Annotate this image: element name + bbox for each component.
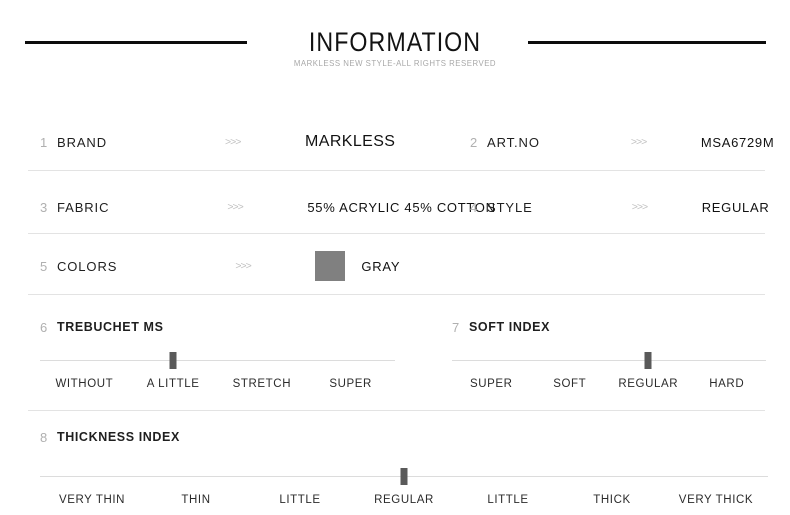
slider-tick-labels: SUPER SOFT REGULAR HARD (452, 378, 766, 390)
row-label: FABRIC (57, 199, 110, 215)
slider-tick: SUPER (329, 378, 372, 390)
slider-track[interactable] (40, 360, 395, 361)
row-label: TREBUCHET MS (57, 320, 164, 334)
row-value: REGULAR (701, 199, 770, 215)
slider-track[interactable] (452, 360, 766, 361)
slider-track-area[interactable]: VERY THIN THIN LITTLE REGULAR LITTLE THICK VER… (40, 468, 768, 514)
row-divider (28, 233, 765, 234)
slider-tick: HARD (709, 378, 745, 390)
row-divider (28, 170, 765, 171)
page-header: INFORMATION MARKLESS NEW STYLE-ALL RIGHT… (0, 0, 790, 100)
slider-tick: LITTLE (279, 494, 321, 506)
slider-tick: WITHOUT (55, 378, 114, 390)
row-label: BRAND (57, 134, 108, 150)
slider-block-trebuchet-ms: 6 TREBUCHET MS WITHOUT A LITTLE STRETCH SUP… (40, 318, 395, 398)
slider-tick: REGULAR (374, 494, 434, 506)
row-index: 7 (452, 319, 460, 335)
color-name: GRAY (361, 258, 401, 274)
slider-tick: VERY THICK (678, 494, 754, 506)
slider-tick-labels: VERY THIN THIN LITTLE REGULAR LITTLE THICK VER… (40, 494, 768, 506)
slider-tick: STRETCH (232, 378, 292, 390)
info-row-fabric: 3 FABRIC >>> 55% ACRYLIC 45% COTTON (40, 187, 495, 227)
arrow-separator-icon: >>> (235, 260, 251, 272)
slider-track-area[interactable]: SUPER SOFT REGULAR HARD (452, 352, 766, 398)
slider-tick: A LITTLE (146, 378, 200, 390)
slider-block-soft-index: 7 SOFT INDEX SUPER SOFT REGULAR HARD (452, 318, 766, 398)
slider-tick: THIN (181, 494, 211, 506)
slider-block-thickness-index: 8 THICKNESS INDEX VERY THIN THIN LITTLE REG… (40, 428, 768, 514)
color-swatch[interactable] (315, 251, 346, 281)
slider-tick: SOFT (553, 378, 587, 390)
slider-heading: 8 THICKNESS INDEX (40, 428, 768, 446)
row-index: 5 (40, 258, 48, 274)
info-row-colors: 5 COLORS >>> GRAY (40, 246, 440, 286)
slider-thumb[interactable] (644, 352, 652, 369)
arrow-separator-icon: >>> (225, 136, 241, 148)
row-value: 55% ACRYLIC 45% COTTON (307, 199, 496, 215)
row-label: COLORS (57, 258, 118, 274)
row-value: MARKLESS (305, 133, 396, 150)
page-subtitle: MARKLESS NEW STYLE-ALL RIGHTS RESERVED (293, 58, 497, 68)
slider-tick: SUPER (469, 378, 513, 390)
arrow-separator-icon: >>> (631, 201, 648, 213)
slider-heading: 7 SOFT INDEX (452, 318, 766, 336)
info-row-style: 4 STYLE >>> REGULAR (470, 187, 770, 227)
slider-tick-labels: WITHOUT A LITTLE STRETCH SUPER (40, 378, 395, 390)
row-value: MSA6729M (700, 134, 775, 150)
row-index: 8 (40, 429, 48, 445)
row-index: 4 (470, 199, 478, 215)
slider-tick: VERY THIN (58, 494, 126, 506)
slider-thumb[interactable] (169, 352, 177, 369)
slider-tick: LITTLE (487, 494, 529, 506)
row-label: STYLE (487, 199, 533, 215)
info-row-art-no: 2 ART.NO >>> MSA6729M (470, 122, 774, 162)
slider-tick: REGULAR (618, 378, 679, 390)
row-label: SOFT INDEX (469, 320, 551, 334)
row-index: 6 (40, 319, 48, 335)
row-index: 3 (40, 199, 48, 215)
info-row-brand: 1 BRAND >>> MARKLESS (40, 122, 440, 162)
row-index: 1 (40, 134, 48, 150)
slider-thumb[interactable] (400, 468, 408, 485)
row-divider (28, 410, 765, 411)
slider-track-area[interactable]: WITHOUT A LITTLE STRETCH SUPER (40, 352, 395, 398)
row-label: THICKNESS INDEX (57, 430, 180, 444)
arrow-separator-icon: >>> (630, 136, 647, 148)
slider-tick: THICK (593, 494, 631, 506)
row-index: 2 (470, 134, 478, 150)
row-label: ART.NO (487, 134, 540, 150)
row-divider (28, 294, 765, 295)
arrow-separator-icon: >>> (227, 201, 243, 213)
slider-heading: 6 TREBUCHET MS (40, 318, 395, 336)
page-title: INFORMATION (308, 27, 482, 57)
